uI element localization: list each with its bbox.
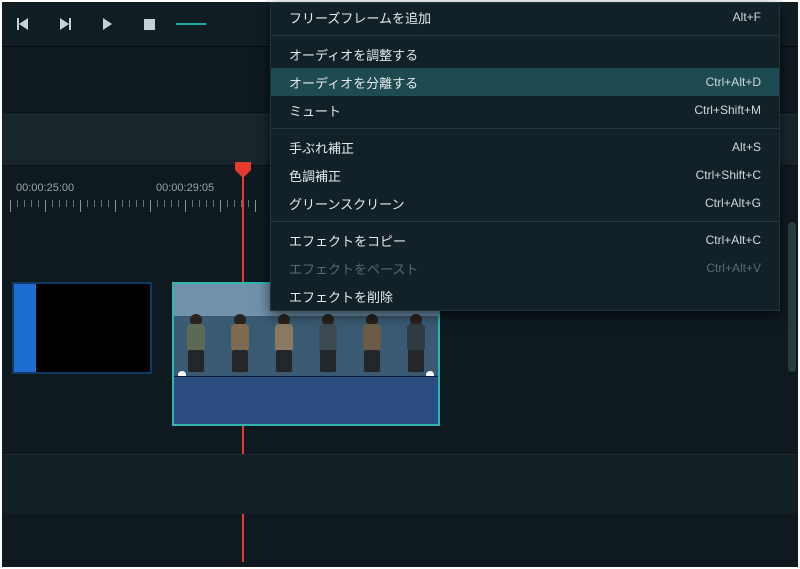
menu-item[interactable]: エフェクトをコピーCtrl+Alt+C [271,226,779,254]
menu-item[interactable]: 色調補正Ctrl+Shift+C [271,161,779,189]
menu-item[interactable]: 手ぶれ補正Alt+S [271,133,779,161]
timeline-clip[interactable] [12,282,152,374]
prev-frame-button[interactable] [2,2,44,46]
menu-item[interactable]: オーディオを分離するCtrl+Alt+D [271,68,779,96]
timeline-empty-track[interactable] [2,454,798,514]
menu-separator [271,35,779,36]
next-frame-button[interactable] [44,2,86,46]
menu-item-label: 色調補正 [289,166,696,185]
menu-item[interactable]: ミュートCtrl+Shift+M [271,96,779,124]
menu-item-label: オーディオを調整する [289,45,761,64]
menu-item-label: エフェクトをペースト [289,259,706,278]
menu-item[interactable]: グリーンスクリーンCtrl+Alt+G [271,189,779,217]
menu-item-shortcut: Ctrl+Shift+M [694,103,761,117]
video-editor-app: 00:00:25:00 00:00:29:05 0 - コピ [0,0,800,569]
menu-item-label: エフェクトを削除 [289,287,761,306]
menu-item-label: フリーズフレームを追加 [289,8,733,27]
menu-item[interactable]: エフェクトを削除 [271,282,779,310]
menu-item-shortcut: Ctrl+Alt+G [705,196,761,210]
menu-item-shortcut: Ctrl+Alt+C [706,233,761,247]
menu-item-label: オーディオを分離する [289,73,706,92]
menu-item-shortcut: Ctrl+Alt+D [706,75,761,89]
clip-context-menu: フリーズフレームを追加Alt+Fオーディオを調整するオーディオを分離するCtrl… [270,2,780,311]
menu-item-label: 手ぶれ補正 [289,138,732,157]
toolbar-accent [176,23,206,25]
ruler-timecode: 00:00:29:05 [156,182,214,194]
menu-item-shortcut: Alt+S [732,140,761,154]
menu-separator [271,221,779,222]
stop-button[interactable] [128,2,170,46]
menu-item-shortcut: Alt+F [733,10,761,24]
menu-item[interactable]: フリーズフレームを追加Alt+F [271,3,779,31]
menu-item: エフェクトをペーストCtrl+Alt+V [271,254,779,282]
menu-item[interactable]: オーディオを調整する [271,40,779,68]
clip-handle[interactable] [426,371,434,376]
clip-handle[interactable] [178,371,186,376]
menu-item-label: グリーンスクリーン [289,194,705,213]
clip-audio-track[interactable] [174,376,438,424]
playhead-handle[interactable] [233,162,253,176]
vertical-scrollbar[interactable] [788,222,796,372]
menu-item-label: ミュート [289,101,694,120]
menu-item-shortcut: Ctrl+Shift+C [696,168,761,182]
menu-item-label: エフェクトをコピー [289,231,706,250]
clip-thumbnail [12,282,152,374]
menu-separator [271,128,779,129]
ruler-timecode: 00:00:25:00 [16,182,74,194]
play-button[interactable] [86,2,128,46]
menu-item-shortcut: Ctrl+Alt+V [706,261,761,275]
